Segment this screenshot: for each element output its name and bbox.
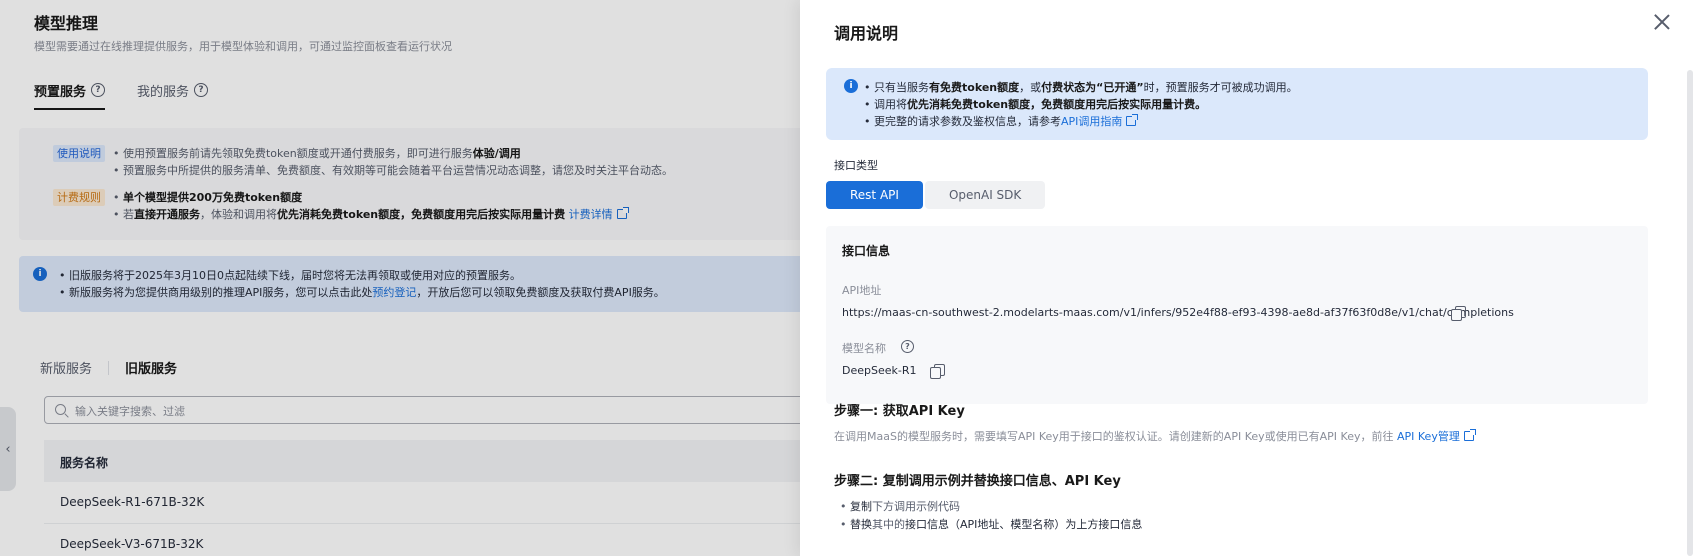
close-icon[interactable] bbox=[1652, 12, 1672, 32]
external-link-icon[interactable] bbox=[1126, 114, 1139, 126]
bullet-text: 其中的 bbox=[872, 518, 905, 531]
bullet-strong: 复制 bbox=[850, 500, 872, 513]
api-guide-link[interactable]: API调用指南 bbox=[1061, 115, 1122, 128]
openai-sdk-option[interactable]: OpenAI SDK bbox=[924, 181, 1046, 209]
interface-type-selector: Rest API OpenAI SDK bbox=[826, 181, 1046, 209]
interface-type-label: 接口类型 bbox=[834, 159, 878, 172]
copy-icon[interactable] bbox=[930, 364, 945, 379]
step2-bullet-1: • 复制下方调用示例代码 bbox=[840, 500, 960, 513]
step1-title: 步骤一: 获取API Key bbox=[834, 404, 965, 419]
alert-text: 只有当服务 bbox=[874, 81, 929, 94]
bullet-strong: 接口信息（API地址、模型名称）为上方接口信息 bbox=[905, 518, 1143, 531]
bullet-text: 下方调用示例代码 bbox=[872, 500, 960, 513]
alert-bold: 付费状态为“已开通” bbox=[1041, 81, 1144, 94]
step2-bullet-2: • 替换其中的接口信息（API地址、模型名称）为上方接口信息 bbox=[840, 518, 1143, 531]
bullet-strong: 替换 bbox=[850, 518, 872, 531]
external-link-icon[interactable] bbox=[1463, 429, 1476, 441]
alert-line-3: • 更完整的请求参数及鉴权信息，请参考API调用指南 bbox=[864, 113, 1139, 129]
interface-info-header: 接口信息 bbox=[842, 244, 891, 258]
api-address-label: API地址 bbox=[842, 284, 882, 297]
copy-icon[interactable] bbox=[1451, 306, 1466, 321]
drawer-title: 调用说明 bbox=[834, 24, 899, 43]
info-icon: i bbox=[844, 79, 858, 93]
alert-bold: 有免费token额度 bbox=[929, 81, 1020, 94]
alert-text: ，或 bbox=[1019, 81, 1042, 94]
drawer-scrollbar[interactable] bbox=[1687, 70, 1693, 556]
help-icon[interactable]: ? bbox=[901, 340, 914, 353]
alert-text: 更完整的请求参数及鉴权信息，请参考 bbox=[874, 115, 1061, 128]
interface-info-panel: 接口信息 API地址 https://maas-cn-southwest-2.m… bbox=[826, 226, 1648, 404]
call-instructions-drawer: 调用说明 i • 只有当服务有免费token额度，或付费状态为“已开通”时，预置… bbox=[800, 0, 1697, 556]
api-address-value: https://maas-cn-southwest-2.modelarts-ma… bbox=[842, 306, 1514, 319]
alert-text: 调用将 bbox=[874, 98, 907, 111]
alert-bold: 优先消耗免费token额度，免费额度用完后按实际用量计费。 bbox=[907, 98, 1207, 111]
step1-description: 在调用MaaS的模型服务时，需要填写API Key用于接口的鉴权认证。请创建新的… bbox=[834, 428, 1476, 444]
model-name-label: 模型名称 bbox=[842, 342, 886, 355]
step2-title: 步骤二: 复制调用示例并替换接口信息、API Key bbox=[834, 474, 1121, 489]
alert-line-2: • 调用将优先消耗免费token额度，免费额度用完后按实际用量计费。 bbox=[864, 98, 1207, 111]
call-alert: i • 只有当服务有免费token额度，或付费状态为“已开通”时，预置服务才可被… bbox=[826, 68, 1648, 140]
alert-line-1: • 只有当服务有免费token额度，或付费状态为“已开通”时，预置服务才可被成功… bbox=[864, 81, 1298, 94]
alert-text: 时，预置服务才可被成功调用。 bbox=[1143, 81, 1298, 94]
api-key-management-link[interactable]: API Key管理 bbox=[1397, 430, 1460, 443]
rest-api-option[interactable]: Rest API bbox=[826, 181, 923, 209]
step1-text: 在调用MaaS的模型服务时，需要填写API Key用于接口的鉴权认证。请创建新的… bbox=[834, 430, 1394, 443]
model-name-value: DeepSeek-R1 bbox=[842, 364, 917, 377]
